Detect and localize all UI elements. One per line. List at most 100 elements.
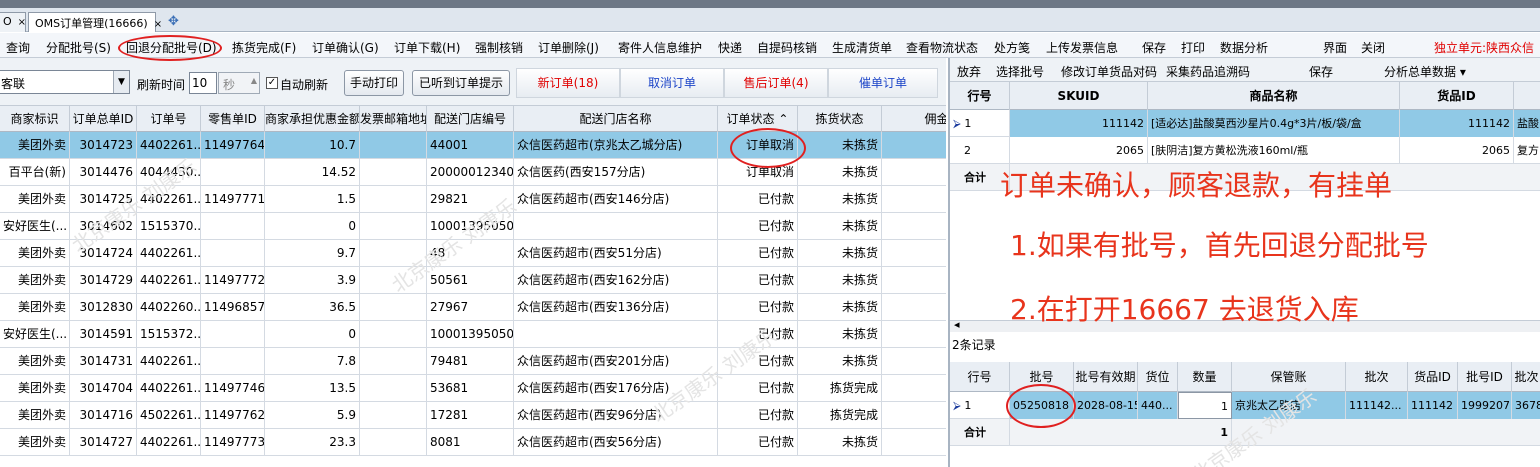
- menu-order-delete[interactable]: 订单删除(J): [538, 39, 599, 56]
- auto-refresh-label: 自动刷新: [280, 78, 329, 92]
- col-lot-2[interactable]: 批次: [1512, 362, 1540, 392]
- col-product-name[interactable]: 商品名称: [1148, 82, 1400, 110]
- refresh-time-input[interactable]: 10: [189, 72, 217, 94]
- cell-total-order-id: 3014729: [70, 267, 137, 293]
- col-line-no[interactable]: 行号: [950, 82, 1010, 110]
- menu-print[interactable]: 打印: [1181, 39, 1205, 56]
- menu-pickup-code[interactable]: 自提码核销: [757, 39, 817, 56]
- col-extra[interactable]: [1514, 82, 1540, 110]
- batch-goods-id-cell: 111142: [1408, 392, 1458, 419]
- order-row[interactable]: 美团外卖30147254402261...1149777111.5 29821众信…: [0, 186, 946, 213]
- menu-data-analysis[interactable]: 数据分析: [1220, 39, 1268, 56]
- menu-close[interactable]: 关闭: [1361, 39, 1385, 56]
- new-order-button[interactable]: 新订单(18): [516, 68, 620, 98]
- menu-order-download[interactable]: 订单下载(H): [394, 39, 460, 56]
- col-lot[interactable]: 批次: [1346, 362, 1408, 392]
- menu-query[interactable]: 查询: [6, 39, 30, 56]
- menu-save[interactable]: 保存: [1142, 39, 1166, 56]
- order-row[interactable]: 美团外卖 3014731 4402261... 7.8 79481 众信医药超市(西安20…: [0, 348, 946, 375]
- close-icon[interactable]: ×: [154, 19, 162, 30]
- cell-retail-id: [201, 213, 265, 239]
- cell-store-name: 众信医药超市(京兆太乙城分店): [514, 132, 718, 158]
- order-row[interactable]: 美团外卖30147294402261...1149777223.9 50561众信…: [0, 267, 946, 294]
- heard-order-hint-button[interactable]: 已听到订单提示: [412, 70, 510, 96]
- collect-trace-code-button[interactable]: 采集药品追溯码: [1166, 63, 1250, 80]
- menu-upload-invoice[interactable]: 上传发票信息: [1046, 39, 1118, 56]
- menu-sender-info[interactable]: 寄件人信息维护: [618, 39, 702, 56]
- unit-select[interactable]: 秒 ▲: [218, 72, 260, 94]
- new-tab-icon[interactable]: ✥: [168, 14, 179, 29]
- order-row[interactable]: 美团外卖30128304402260...11496857536.5 27967众…: [0, 294, 946, 321]
- col-invoice-email[interactable]: 发票邮箱地址: [360, 106, 427, 132]
- cell-retail-id: 114977736: [201, 429, 265, 455]
- cancel-order-button[interactable]: 取消订单: [620, 68, 724, 98]
- batch-row-no-value: 1: [964, 399, 972, 412]
- col-batch-id[interactable]: 批号ID: [1458, 362, 1512, 392]
- col-batch-expiry[interactable]: 批号有效期: [1074, 362, 1138, 392]
- menu-express[interactable]: 快递: [718, 39, 742, 56]
- menu-force-writeoff[interactable]: 强制核销: [475, 39, 523, 56]
- order-grid-header: 商家标识 订单总单ID 订单号 零售单ID 商家承担优惠金额 发票邮箱地址 配送…: [0, 106, 946, 132]
- cell-order-no: 4502261...: [137, 402, 201, 428]
- manual-print-button[interactable]: 手动打印: [344, 70, 404, 96]
- cell-order-status: 已付款: [718, 402, 798, 428]
- select-batch-button[interactable]: 选择批号: [996, 63, 1044, 80]
- menu-generate-clear[interactable]: 生成清货单: [832, 39, 892, 56]
- cell-order-status: 已付款: [718, 213, 798, 239]
- menu-assign-batch[interactable]: 分配批号(S): [46, 39, 111, 56]
- urge-order-button[interactable]: 催单订单: [828, 68, 938, 98]
- col-merchant[interactable]: 商家标识: [0, 106, 70, 132]
- cell-pick-status: 未拣货: [798, 186, 882, 212]
- sku-skuid: 2065: [1010, 137, 1148, 164]
- order-row[interactable]: 美团外卖 3014724 4402261... 9.7 48 众信医药超市(西安51分店)…: [0, 240, 946, 267]
- cell-merchant: 美团外卖: [0, 132, 70, 158]
- detail-save-button[interactable]: 保存: [1309, 63, 1333, 80]
- modify-goods-code-button[interactable]: 修改订单货品对码: [1061, 63, 1157, 80]
- cell-store-no: 100013950501: [427, 321, 514, 347]
- menu-view[interactable]: 界面: [1323, 39, 1347, 56]
- order-row[interactable]: 美团外卖30147274402261...11497773623.3 8081众信…: [0, 429, 946, 456]
- analyze-summary-button[interactable]: 分析总单数据 ▾: [1384, 63, 1466, 80]
- auto-refresh-checkbox[interactable]: ✓: [266, 77, 278, 89]
- order-row[interactable]: 美团外卖30147164502261...1149776255.9 17281众信…: [0, 402, 946, 429]
- col-quantity[interactable]: 数量: [1178, 362, 1232, 392]
- col-location[interactable]: 货位: [1138, 362, 1178, 392]
- col-goods-id[interactable]: 货品ID: [1400, 82, 1514, 110]
- store-combo[interactable]: 客联 ▼: [0, 70, 130, 94]
- menu-logistics-status[interactable]: 查看物流状态: [906, 39, 978, 56]
- col-pick-status[interactable]: 拣货状态: [798, 106, 882, 132]
- sku-row[interactable]: 2 2065 [肤阴洁]复方黄松洗液160ml/瓶 2065 复方: [950, 137, 1540, 164]
- col-store-name[interactable]: 配送门店名称: [514, 106, 718, 132]
- cell-total-order-id: 3014724: [70, 240, 137, 266]
- batch-location-cell: 440...: [1138, 392, 1178, 419]
- menu-prescription[interactable]: 处方笺: [994, 39, 1030, 56]
- menu-order-confirm[interactable]: 订单确认(G): [312, 39, 379, 56]
- highlight-batch-no: [1006, 384, 1076, 428]
- scroll-left-icon[interactable]: ◂: [954, 318, 960, 331]
- order-row[interactable]: 安好医生(... 3014591 1515372... 0 100013950501 已付…: [0, 321, 946, 348]
- col-batch-goods-id[interactable]: 货品ID: [1408, 362, 1458, 392]
- cell-merchant: 安好医生(...: [0, 213, 70, 239]
- col-order-no[interactable]: 订单号: [137, 106, 201, 132]
- order-row[interactable]: 百平台(新) 3014476 4044430... 14.52 200000123403…: [0, 159, 946, 186]
- col-store-no[interactable]: 配送门店编号: [427, 106, 514, 132]
- cell-store-name: 众信医药超市(西安162分店): [514, 267, 718, 293]
- col-merchant-discount[interactable]: 商家承担优惠金额: [265, 106, 360, 132]
- abandon-button[interactable]: 放弃: [957, 63, 981, 80]
- order-row[interactable]: 安好医生(... 3014602 1515370... 0 100013950501 已付…: [0, 213, 946, 240]
- col-commission[interactable]: 佣金: [882, 106, 946, 132]
- col-batch-line[interactable]: 行号: [950, 362, 1010, 392]
- close-icon[interactable]: ×: [18, 17, 26, 28]
- col-total-order-id[interactable]: 订单总单ID: [70, 106, 137, 132]
- sku-row[interactable]: ⮚ 1 111142 [适必达]盐酸莫西沙星片0.4g*3片/板/袋/盒 111…: [950, 110, 1540, 137]
- dropdown-arrow-icon[interactable]: ▼: [113, 71, 129, 93]
- batch-quantity-input[interactable]: 1: [1178, 392, 1232, 419]
- order-row[interactable]: 美团外卖30147044402261...11497746713.5 53681众…: [0, 375, 946, 402]
- col-skuid[interactable]: SKUID: [1010, 82, 1148, 110]
- tab-previous[interactable]: O ×: [0, 12, 26, 32]
- menu-pick-complete[interactable]: 拣货完成(F): [232, 39, 296, 56]
- tab-oms-order-management[interactable]: OMS订单管理(16666) ×: [28, 12, 162, 32]
- col-retail-id[interactable]: 零售单ID: [201, 106, 265, 132]
- col-account[interactable]: 保管账: [1232, 362, 1346, 392]
- after-sale-order-button[interactable]: 售后订单(4): [724, 68, 828, 98]
